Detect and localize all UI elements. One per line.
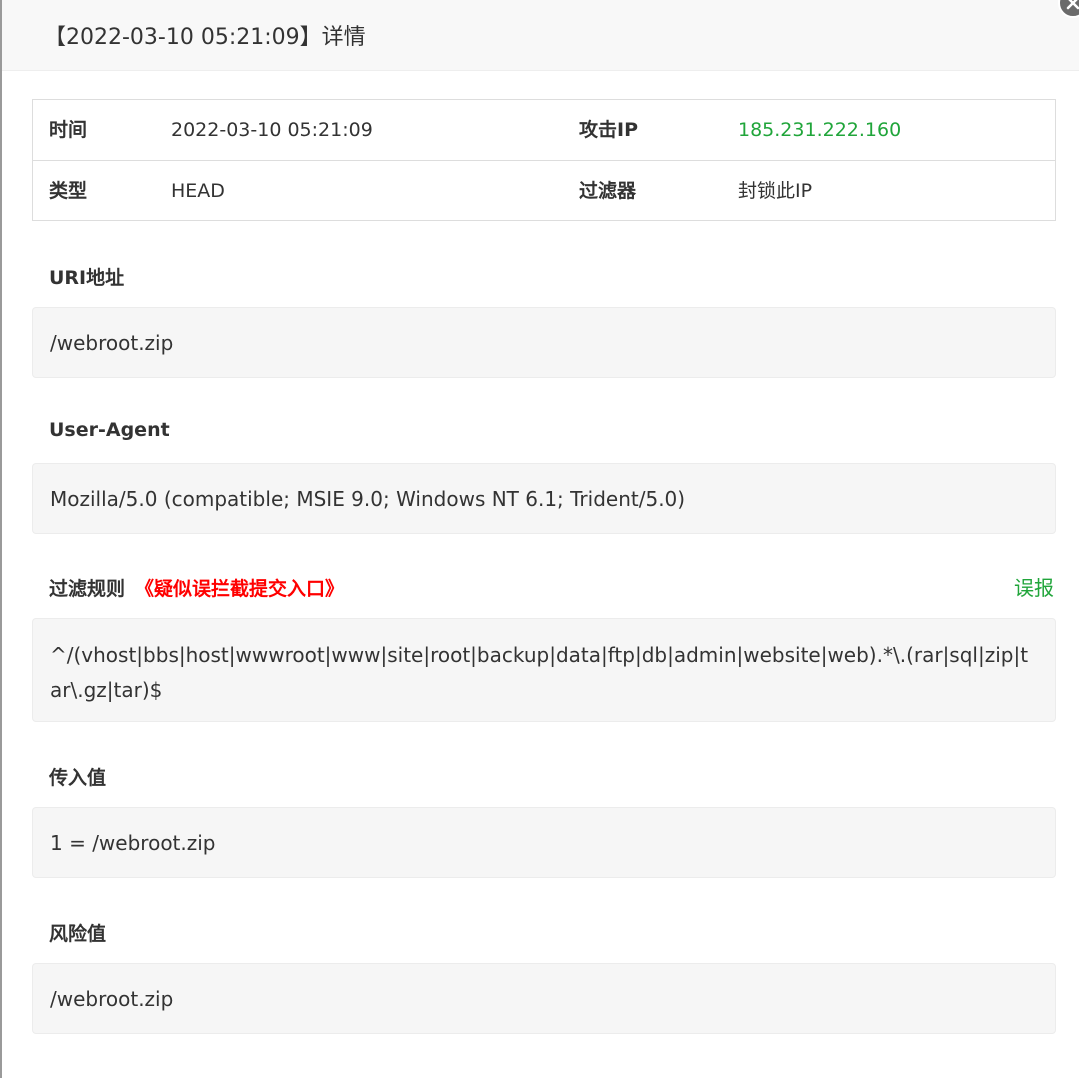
input-value-box: 1 = /webroot.zip: [32, 807, 1056, 878]
time-value: 2022-03-10 05:21:09: [171, 119, 373, 141]
dialog-title: 【2022-03-10 05:21:09】详情: [44, 25, 366, 50]
filter-rule-label: 过滤规则: [49, 578, 126, 600]
input-value-label: 传入值: [49, 767, 107, 789]
false-positive-submit-link[interactable]: 《疑似误拦截提交入口》: [135, 578, 344, 600]
attack-ip-label: 攻击IP: [579, 119, 638, 141]
detail-dialog: 【2022-03-10 05:21:09】详情 时间 2022-03-10 05…: [2, 0, 1079, 1078]
user-agent-value: Mozilla/5.0 (compatible; MSIE 9.0; Windo…: [50, 487, 686, 511]
report-false-positive-link[interactable]: 误报: [1014, 572, 1054, 601]
type-value: HEAD: [171, 180, 225, 202]
type-label: 类型: [49, 180, 88, 202]
risk-value: /webroot.zip: [50, 987, 174, 1011]
user-agent-label: User-Agent: [49, 419, 170, 441]
time-label: 时间: [49, 119, 88, 141]
user-agent-box: Mozilla/5.0 (compatible; MSIE 9.0; Windo…: [32, 463, 1056, 534]
filter-rule-value: ^/(vhost|bbs|host|wwwroot|www|site|root|…: [50, 643, 1029, 702]
table-row: 类型 HEAD 过滤器 封锁此IP: [33, 160, 1055, 221]
filter-label: 过滤器: [579, 180, 637, 202]
table-row: 时间 2022-03-10 05:21:09 攻击IP 185.231.222.…: [33, 100, 1055, 160]
close-icon: [1066, 0, 1079, 10]
risk-value-label: 风险值: [49, 923, 107, 945]
risk-value-box: /webroot.zip: [32, 963, 1056, 1034]
uri-label: URI地址: [49, 267, 125, 289]
uri-value: /webroot.zip: [50, 331, 174, 355]
info-table: 时间 2022-03-10 05:21:09 攻击IP 185.231.222.…: [32, 99, 1056, 221]
input-value: 1 = /webroot.zip: [50, 831, 216, 855]
filter-rule-heading: 过滤规则 《疑似误拦截提交入口》: [49, 574, 344, 601]
uri-value-box: /webroot.zip: [32, 307, 1056, 378]
attack-ip-value: 185.231.222.160: [738, 119, 902, 141]
filter-rule-box: ^/(vhost|bbs|host|wwwroot|www|site|root|…: [32, 618, 1056, 722]
dialog-header: 【2022-03-10 05:21:09】详情: [2, 0, 1079, 71]
filter-value: 封锁此IP: [738, 180, 813, 202]
